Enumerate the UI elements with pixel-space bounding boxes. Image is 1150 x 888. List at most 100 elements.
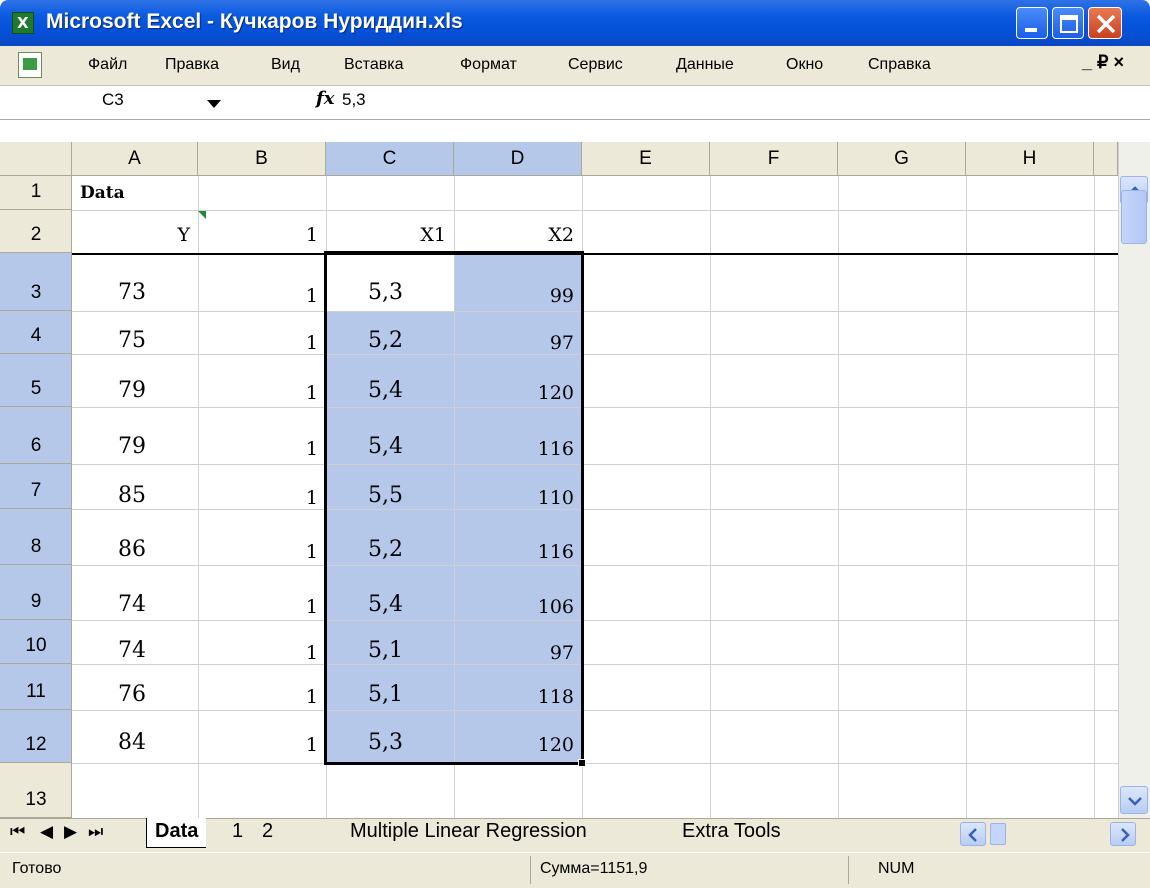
menu-file[interactable]: Файл	[88, 56, 127, 74]
fill-handle[interactable]	[578, 759, 586, 767]
cell-b11[interactable]: 1	[198, 686, 318, 708]
maximize-button[interactable]	[1052, 7, 1084, 39]
cell-c10[interactable]: 5,1	[368, 638, 403, 663]
cell-c5[interactable]: 5,4	[368, 378, 403, 403]
cell-a6[interactable]: 79	[118, 434, 146, 459]
cell-d2[interactable]: X2	[454, 224, 574, 246]
horizontal-scroll-thumb[interactable]	[990, 823, 1006, 845]
row-header-8[interactable]: 8	[0, 509, 72, 565]
cell-b9[interactable]: 1	[198, 596, 318, 618]
row-header-3[interactable]: 3	[0, 253, 72, 311]
column-header-e[interactable]: E	[582, 142, 710, 176]
row-header-11[interactable]: 11	[0, 664, 72, 710]
vertical-scroll-thumb[interactable]	[1121, 190, 1147, 244]
tab-sheet-2[interactable]: 2	[262, 820, 273, 850]
cell-a3[interactable]: 73	[118, 280, 146, 305]
cell-b5[interactable]: 1	[198, 382, 318, 404]
column-header-b[interactable]: B	[198, 142, 326, 176]
prev-sheet-icon[interactable]: ◀	[40, 822, 53, 842]
row-header-7[interactable]: 7	[0, 464, 72, 509]
cell-d4[interactable]: 97	[454, 332, 574, 354]
cell-a10[interactable]: 74	[118, 638, 146, 663]
cell-d7[interactable]: 110	[454, 487, 574, 509]
cell-d9[interactable]: 106	[454, 596, 574, 618]
cell-c9[interactable]: 5,4	[368, 592, 403, 617]
menu-insert[interactable]: Вставка	[344, 56, 403, 74]
cell-d8[interactable]: 116	[454, 541, 574, 563]
row-header-9[interactable]: 9	[0, 565, 72, 620]
next-sheet-icon[interactable]: ▶	[64, 822, 77, 842]
column-header-c[interactable]: C	[326, 142, 454, 176]
cell-a2[interactable]: Y	[72, 224, 190, 246]
cell-b3[interactable]: 1	[198, 285, 318, 307]
cell-c11[interactable]: 5,1	[368, 682, 403, 707]
first-sheet-icon[interactable]: ⏮	[10, 822, 25, 842]
row-header-4[interactable]: 4	[0, 311, 72, 354]
cell-b7[interactable]: 1	[198, 487, 318, 509]
cell-c12[interactable]: 5,3	[368, 730, 403, 755]
tab-extra-tools[interactable]: Extra Tools	[682, 820, 781, 850]
cell-a4[interactable]: 75	[118, 328, 146, 353]
cell-d11[interactable]: 118	[454, 686, 574, 708]
menu-help[interactable]: Справка	[868, 56, 931, 74]
cell-b4[interactable]: 1	[198, 332, 318, 354]
cell-a12[interactable]: 84	[118, 730, 146, 755]
row-header-1[interactable]: 1	[0, 176, 72, 210]
column-header-a[interactable]: A	[72, 142, 198, 176]
workbook-window-controls[interactable]: _ ₽ ×	[1082, 52, 1124, 73]
row-header-6[interactable]: 6	[0, 407, 72, 464]
cell-c6[interactable]: 5,4	[368, 434, 403, 459]
cell-b2[interactable]: 1	[198, 224, 318, 246]
cell-a7[interactable]: 85	[118, 483, 146, 508]
insert-function-icon[interactable]: fx	[316, 88, 334, 109]
menu-window[interactable]: Окно	[786, 56, 823, 74]
cell-d5[interactable]: 120	[454, 382, 574, 404]
row-header-10[interactable]: 10	[0, 620, 72, 664]
select-all-corner[interactable]	[0, 142, 72, 176]
horizontal-scrollbar[interactable]	[960, 822, 1150, 846]
scroll-left-button[interactable]	[960, 822, 986, 846]
tab-data[interactable]: Data	[146, 818, 207, 848]
cell-b8[interactable]: 1	[198, 541, 318, 563]
menu-format[interactable]: Формат	[460, 56, 517, 74]
cell-a11[interactable]: 76	[118, 682, 146, 707]
menu-tools[interactable]: Сервис	[568, 56, 623, 74]
cell-c2[interactable]: X1	[326, 224, 446, 246]
column-header-g[interactable]: G	[838, 142, 966, 176]
cell-c7[interactable]: 5,5	[368, 483, 403, 508]
menu-data[interactable]: Данные	[676, 56, 734, 74]
last-sheet-icon[interactable]: ⏭	[88, 822, 103, 842]
minimize-button[interactable]	[1016, 7, 1048, 39]
cell-a1[interactable]: Data	[80, 183, 125, 203]
name-box-dropdown-icon[interactable]	[207, 100, 221, 108]
workbook-icon[interactable]	[18, 52, 42, 78]
scroll-down-button[interactable]	[1120, 786, 1148, 814]
row-header-12[interactable]: 12	[0, 710, 72, 763]
cell-c4[interactable]: 5,2	[368, 328, 403, 353]
row-header-2[interactable]: 2	[0, 210, 72, 253]
cell-d10[interactable]: 97	[454, 642, 574, 664]
formula-input[interactable]: 5,3	[342, 90, 366, 110]
cell-a5[interactable]: 79	[118, 378, 146, 403]
cell-b10[interactable]: 1	[198, 642, 318, 664]
excel-app-icon[interactable]: X	[12, 12, 34, 34]
cell-c8[interactable]: 5,2	[368, 537, 403, 562]
column-header-h[interactable]: H	[966, 142, 1094, 176]
cell-d3[interactable]: 99	[454, 285, 574, 307]
cell-b6[interactable]: 1	[198, 438, 318, 460]
column-header-d[interactable]: D	[454, 142, 582, 176]
tab-multiple-linear-regression[interactable]: Multiple Linear Regression	[350, 820, 587, 850]
menu-edit[interactable]: Правка	[165, 56, 219, 74]
cell-d6[interactable]: 116	[454, 438, 574, 460]
cell-d12[interactable]: 120	[454, 734, 574, 756]
cell-a8[interactable]: 86	[118, 537, 146, 562]
cell-c3[interactable]: 5,3	[368, 280, 403, 305]
menu-view[interactable]: Вид	[271, 56, 300, 74]
scroll-right-button[interactable]	[1110, 822, 1136, 846]
row-header-5[interactable]: 5	[0, 354, 72, 407]
tab-sheet-1[interactable]: 1	[232, 820, 243, 850]
cell-b12[interactable]: 1	[198, 734, 318, 756]
row-header-13[interactable]: 13	[0, 763, 72, 818]
close-button[interactable]	[1088, 7, 1122, 39]
cell-a9[interactable]: 74	[118, 592, 146, 617]
